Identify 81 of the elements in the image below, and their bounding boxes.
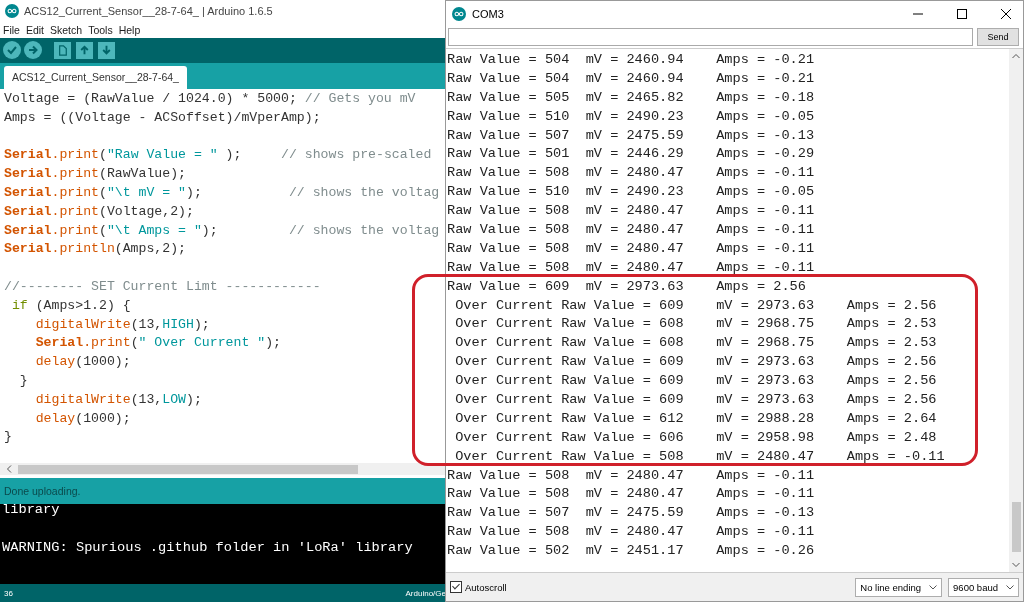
code-line: } — [3, 428, 13, 447]
code-line: delay(1000); — [34, 353, 132, 372]
window-title: ACS12_Current_Sensor__28-7-64_ | Arduino 1.6.5 — [24, 4, 273, 17]
serial-output-line: Over Current Raw Value = 609 mV = 2973.63 Amps = 2.56 — [454, 372, 938, 391]
caret-icon — [929, 584, 938, 590]
serial-output-line: Raw Value = 609 mV = 2973.63 Amps = 2.56 — [446, 277, 807, 296]
serial-output-line: Raw Value = 510 mV = 2490.23 Amps = -0.05 — [446, 183, 816, 202]
serial-output-line: Raw Value = 508 mV = 2480.47 Amps = -0.11 — [446, 221, 816, 239]
close-icon[interactable] — [1001, 8, 1011, 19]
code-line: delay(1000); — [34, 409, 132, 428]
line-number: 36 — [4, 588, 13, 598]
code-line: Voltage = (RawValue / 1024.0) * 5000; // Gets you mV — [3, 90, 417, 109]
vertical-scrollbar[interactable] — [1009, 49, 1023, 572]
code-line: Serial.println(Amps,2); — [3, 240, 188, 259]
open-button[interactable] — [76, 41, 93, 59]
serial-output-line: Raw Value = 508 mV = 2480.47 Amps = -0.11 — [446, 164, 816, 183]
serial-output-line: Raw Value = 508 mV = 2480.47 Amps = -0.11 — [446, 523, 816, 542]
serial-output-line: Over Current Raw Value = 608 mV = 2968.75 Amps = 2.53 — [454, 334, 938, 353]
scrollbar-thumb[interactable] — [1011, 502, 1021, 552]
save-button[interactable] — [98, 41, 115, 59]
autoscroll-checkbox[interactable] — [450, 581, 462, 593]
menu-item[interactable]: Sketch — [50, 23, 83, 36]
serial-output-line: Over Current Raw Value = 508 mV = 2480.47 Amps = -0.11 — [454, 447, 946, 466]
serial-output-line: Raw Value = 501 mV = 2446.29 Amps = -0.29 — [446, 145, 816, 164]
serial-output-line: Raw Value = 510 mV = 2490.23 Amps = -0.05 — [446, 107, 816, 126]
serial-output-line: Over Current Raw Value = 609 mV = 2973.63 Amps = 2.56 — [454, 391, 938, 410]
baud-rate-dropdown[interactable]: 9600 baud — [948, 577, 1019, 597]
code-line: } — [18, 372, 29, 390]
serial-output-line: Raw Value = 508 mV = 2480.47 Amps = -0.11 — [446, 202, 816, 221]
serial-output-line: Raw Value = 505 mV = 2465.82 Amps = -0.18 — [446, 88, 816, 107]
scrollbar-thumb[interactable] — [18, 464, 358, 474]
code-line: if (Amps>1.2) { — [10, 296, 132, 315]
line-ending-dropdown[interactable]: No line ending — [855, 577, 943, 597]
maximize-icon[interactable] — [957, 8, 967, 19]
menu-item[interactable]: Help — [118, 23, 141, 36]
serial-output-line: Over Current Raw Value = 608 mV = 2968.75 Amps = 2.53 — [454, 315, 938, 334]
serial-output-line: Over Current Raw Value = 606 mV = 2958.98 Amps = 2.48 — [454, 428, 938, 447]
window-title: COM3 — [472, 7, 504, 20]
autoscroll-label: Autoscroll — [465, 581, 507, 593]
horizontal-scrollbar[interactable] — [0, 463, 446, 476]
code-line: Serial.print("\t Amps = "); // shows the voltag — [3, 221, 441, 240]
console-line: library — [1, 504, 61, 520]
serial-output-line: Raw Value = 504 mV = 2460.94 Amps = -0.21 — [446, 51, 816, 69]
verify-button[interactable] — [3, 41, 21, 60]
menu-item[interactable]: Edit — [25, 23, 44, 36]
serial-output-line: Raw Value = 502 mV = 2451.17 Amps = -0.26 — [446, 542, 816, 561]
scroll-up-icon[interactable] — [1012, 53, 1020, 59]
serial-output-line: Raw Value = 508 mV = 2480.47 Amps = -0.11 — [446, 466, 816, 485]
serial-output-line: Over Current Raw Value = 609 mV = 2973.63 Amps = 2.56 — [454, 353, 938, 372]
code-line: digitalWrite(13,LOW); — [34, 390, 203, 409]
code-line: //-------- SET Current Limt ------------ — [3, 278, 322, 297]
serial-output-line: Raw Value = 507 mV = 2475.59 Amps = -0.13 — [446, 126, 816, 145]
code-line: Serial.print(Voltage,2); — [3, 202, 195, 221]
code-line: Amps = ((Voltage - ACSoffset)/mVperAmp); — [3, 108, 322, 127]
menu-item[interactable]: Tools — [88, 23, 113, 36]
caret-icon — [1006, 584, 1014, 590]
console-line: WARNING: Spurious .github folder in 'LoRa' library — [1, 542, 414, 558]
board-name: Arduino/Ge — [405, 588, 446, 598]
code-line: Serial.print(RawValue); — [3, 165, 188, 184]
menu-item[interactable]: File — [3, 23, 20, 36]
serial-output-line: Over Current Raw Value = 609 mV = 2973.63 Amps = 2.56 — [454, 296, 938, 315]
serial-output-line: Over Current Raw Value = 612 mV = 2988.28 Amps = 2.64 — [454, 409, 938, 428]
serial-output-line: Raw Value = 507 mV = 2475.59 Amps = -0.13 — [446, 504, 816, 523]
status-message: Done uploading. — [0, 478, 446, 505]
code-line: Serial.print("Raw Value = " ); // shows pre-scaled — [3, 146, 433, 165]
logo-icon — [452, 6, 466, 21]
scroll-left-icon[interactable] — [6, 465, 12, 474]
serial-output-line: Raw Value = 504 mV = 2460.94 Amps = -0.21 — [446, 69, 816, 88]
code-line: Serial.print("\t mV = "); // shows the voltag — [3, 184, 441, 203]
scroll-down-icon[interactable] — [1012, 562, 1020, 568]
serial-output-line: Raw Value = 508 mV = 2480.47 Amps = -0.11 — [446, 485, 816, 504]
new-file-button[interactable] — [54, 41, 71, 59]
serial-output-line: Raw Value = 508 mV = 2480.47 Amps = -0.11 — [446, 258, 816, 277]
upload-button[interactable] — [24, 41, 42, 60]
logo-icon — [5, 3, 19, 18]
send-input-field[interactable] — [448, 28, 973, 46]
serial-output-line: Raw Value = 508 mV = 2480.47 Amps = -0.11 — [446, 239, 816, 258]
sketch-tab[interactable]: ACS12_Current_Sensor__28-7-64_ — [4, 66, 187, 90]
code-line: Serial.print(" Over Current "); — [34, 334, 282, 353]
send-button[interactable]: Send — [977, 28, 1019, 46]
code-line: digitalWrite(13,HIGH); — [34, 315, 211, 334]
